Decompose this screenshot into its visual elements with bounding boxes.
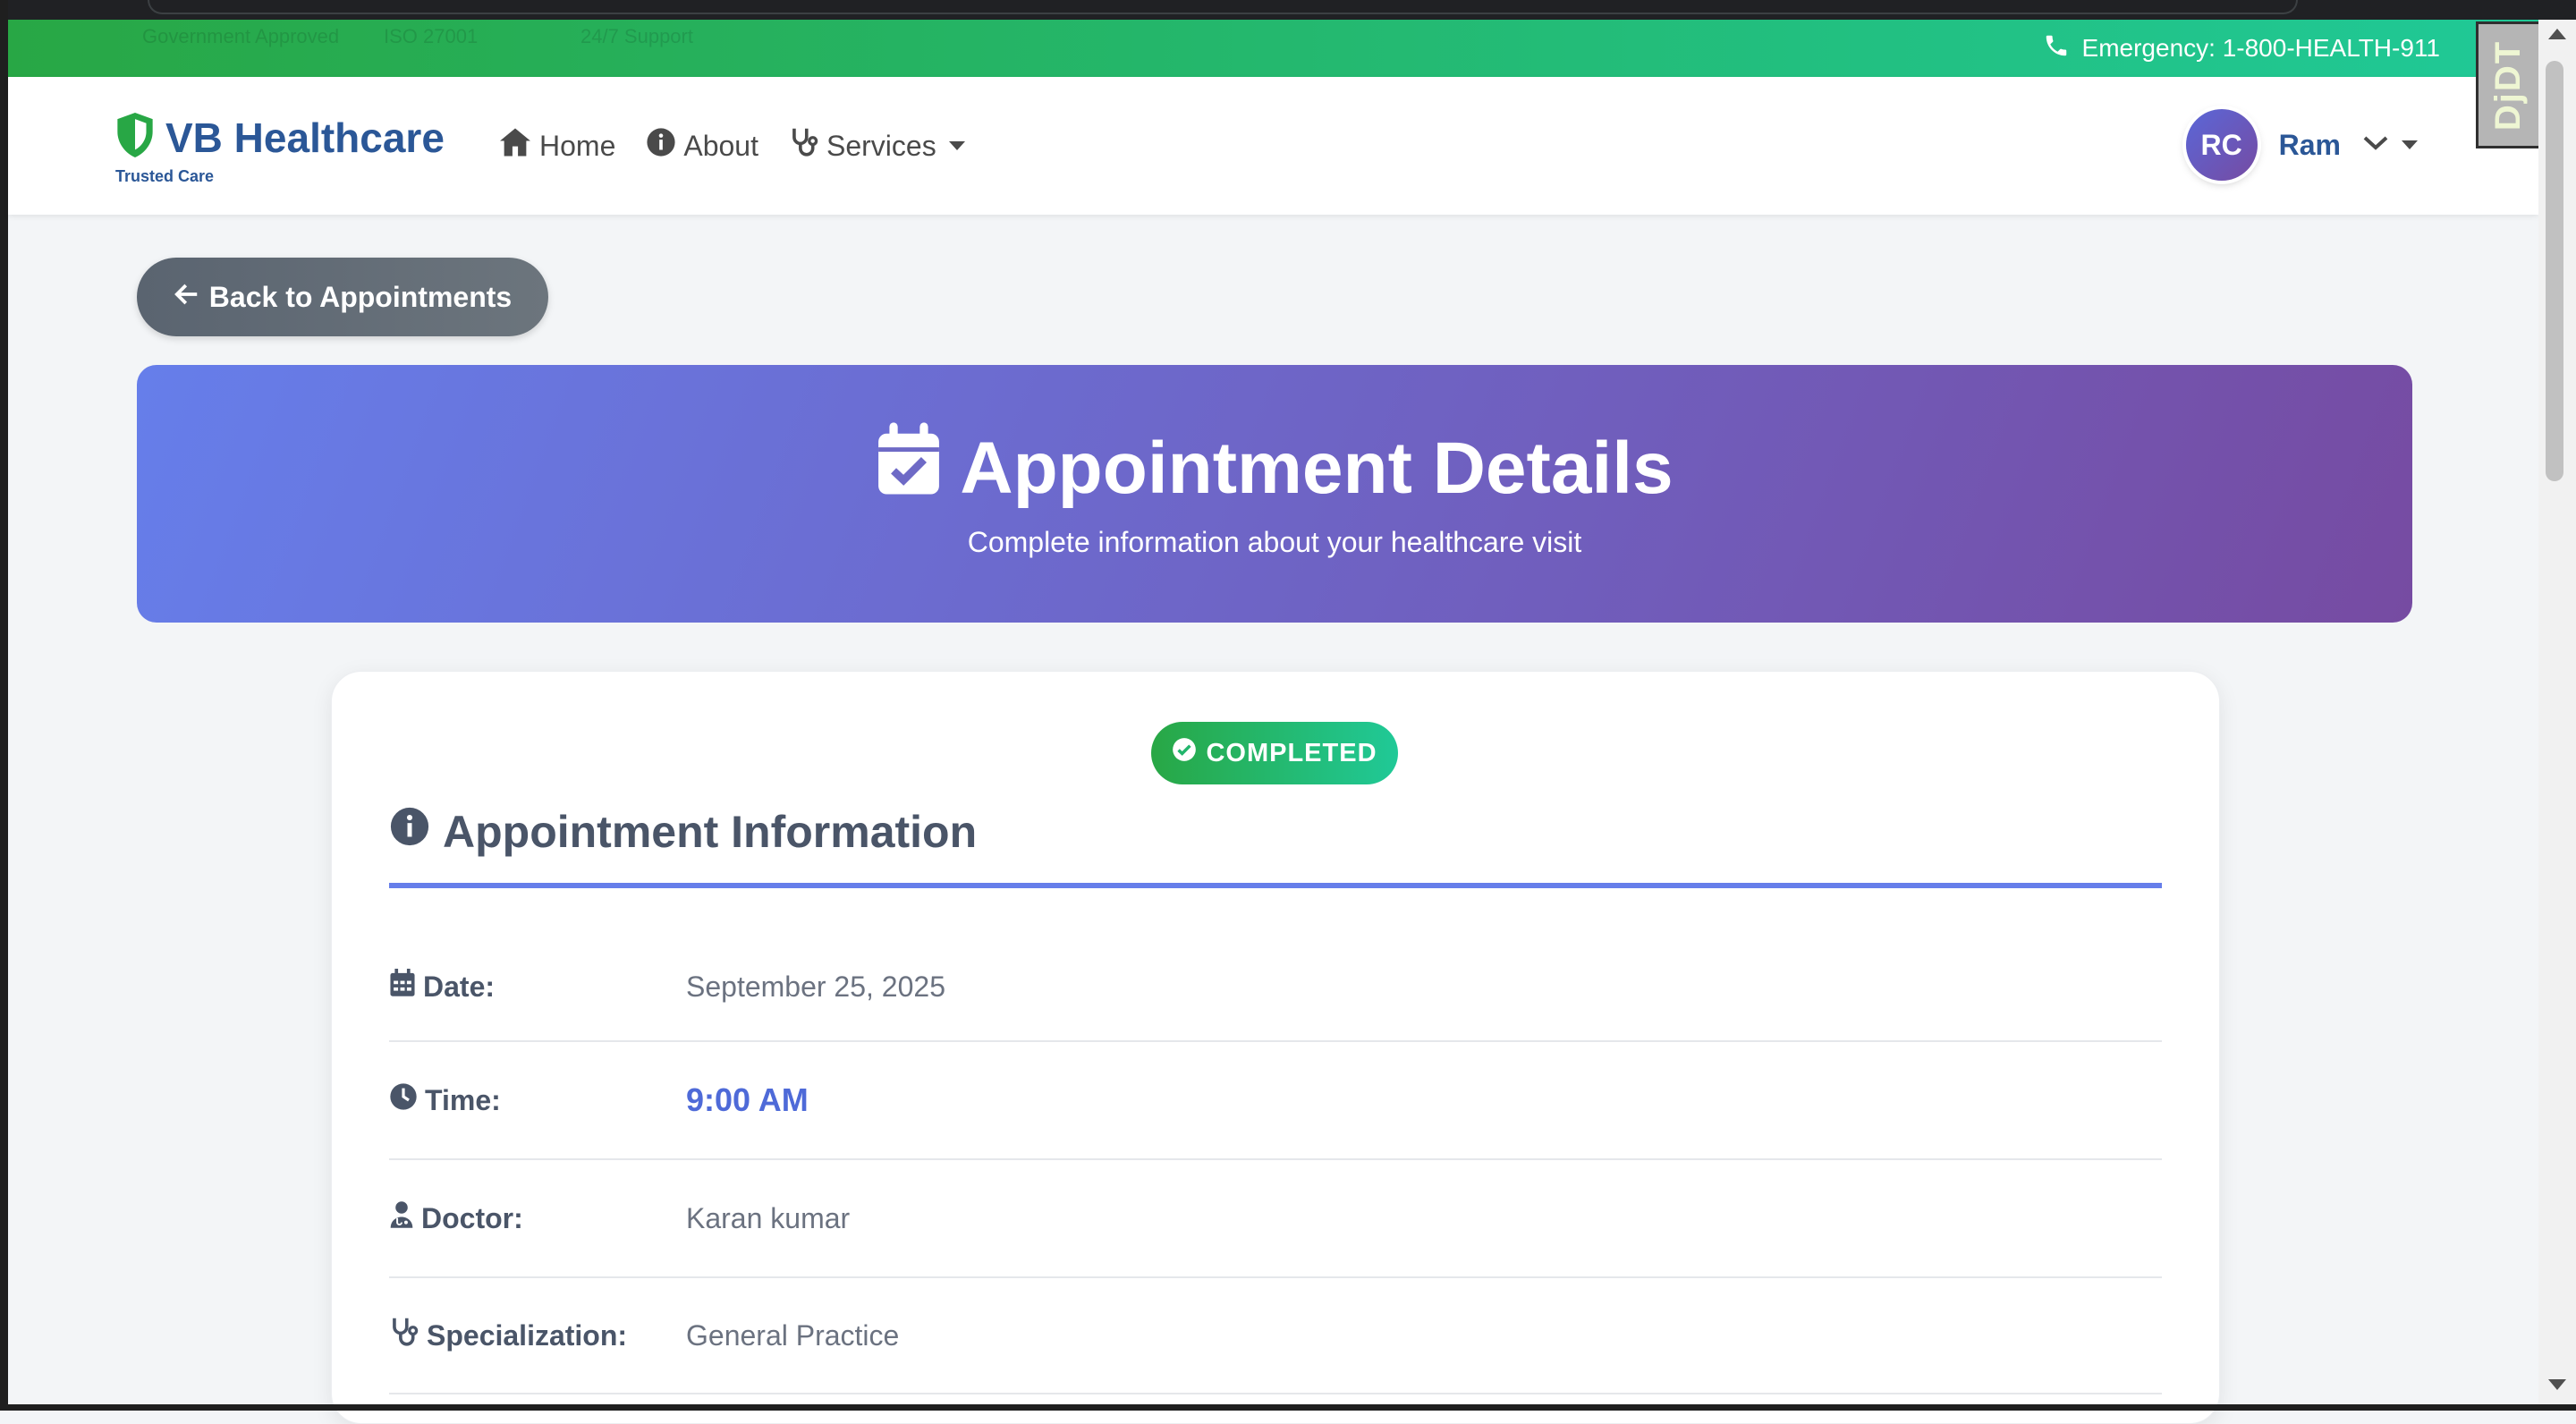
section-title-text: Appointment Information — [443, 807, 978, 857]
detail-row-specialization: Specialization: General Practice — [389, 1278, 2162, 1394]
nav-about-label: About — [683, 129, 758, 162]
home-icon — [498, 127, 539, 165]
emergency-text: Emergency: 1-800-HEALTH-911 — [2081, 34, 2440, 62]
debug-toolbar-handle[interactable]: DjDT — [2476, 21, 2542, 148]
brand-tagline: Trusted Care — [115, 167, 215, 185]
back-to-appointments-button[interactable]: Back to Appointments — [137, 258, 548, 336]
browser-chrome — [0, 0, 2576, 20]
section-divider — [389, 883, 2162, 888]
nav-services-label: Services — [826, 129, 936, 162]
chevron-down-icon — [2362, 134, 2389, 157]
doctor-icon — [389, 1200, 421, 1236]
time-label: Time: — [425, 1083, 501, 1116]
debug-toolbar-label: DjDT — [2488, 39, 2529, 131]
info-icon — [646, 127, 683, 165]
section-title: Appointment Information — [389, 806, 977, 858]
page-title: Appointment Details — [960, 428, 1674, 509]
calendar-icon — [389, 969, 423, 1004]
shield-icon — [115, 113, 155, 162]
scroll-thumb[interactable] — [2546, 61, 2563, 481]
emergency-contact[interactable]: Emergency: 1-800-HEALTH-911 — [2043, 20, 2440, 77]
scroll-down-arrow[interactable] — [2548, 1379, 2566, 1390]
arrow-left-icon — [174, 281, 209, 314]
detail-row-date: Date: September 25, 2025 — [389, 933, 2162, 1042]
scroll-up-arrow[interactable] — [2548, 29, 2566, 39]
address-bar[interactable] — [148, 0, 2298, 14]
doctor-value: Karan kumar — [686, 1201, 851, 1234]
nav-home-label: Home — [539, 129, 616, 162]
clock-icon — [389, 1082, 425, 1118]
status-badge: COMPLETED — [1151, 722, 1398, 784]
caret-down-icon — [2402, 140, 2418, 149]
phone-icon — [2043, 32, 2082, 65]
calendar-check-icon — [876, 422, 960, 515]
user-name: Ram — [2278, 128, 2341, 161]
topbar-faint-item-3: 24/7 Support — [580, 25, 693, 47]
stethoscope-icon — [789, 126, 826, 165]
appointment-card: COMPLETED Appointment Information Date: … — [331, 671, 2220, 1424]
topbar-faint-item-2: ISO 27001 — [384, 25, 479, 47]
check-circle-icon — [1172, 737, 1206, 769]
date-value: September 25, 2025 — [686, 970, 945, 1003]
window-border-bottom — [0, 1404, 2576, 1411]
topbar-faint-item-1: Government Approved — [142, 25, 340, 47]
page-subtitle: Complete information about your healthca… — [967, 526, 1582, 558]
specialization-value: General Practice — [686, 1318, 900, 1352]
nav-services[interactable]: Services — [789, 126, 965, 165]
main-navbar: VB Healthcare Trusted Care Home About Se… — [8, 77, 2538, 215]
time-value: 9:00 AM — [686, 1081, 809, 1118]
status-text: COMPLETED — [1206, 738, 1377, 767]
chevron-down-icon — [948, 141, 965, 150]
nav-about[interactable]: About — [646, 127, 758, 165]
brand-name: VB Healthcare — [165, 114, 445, 161]
avatar: RC — [2185, 109, 2258, 181]
info-icon — [389, 806, 443, 858]
doctor-label: Doctor: — [421, 1201, 523, 1234]
date-label: Date: — [423, 970, 496, 1003]
detail-row-doctor: Doctor: Karan kumar — [389, 1160, 2162, 1278]
back-button-label: Back to Appointments — [208, 280, 513, 313]
page-header-banner: Appointment Details Complete information… — [137, 365, 2412, 623]
top-info-bar: Government Approved ISO 27001 24/7 Suppo… — [8, 20, 2538, 77]
detail-row-time: Time: 9:00 AM — [389, 1042, 2162, 1160]
user-menu[interactable]: RC Ram — [2185, 109, 2418, 181]
nav-home[interactable]: Home — [498, 127, 615, 165]
specialization-label: Specialization: — [427, 1318, 628, 1352]
nav-links: Home About Services — [498, 77, 996, 215]
stethoscope-icon — [389, 1316, 427, 1355]
window-border-left — [0, 0, 8, 1411]
brand-logo[interactable]: VB Healthcare Trusted Care — [115, 113, 445, 186]
